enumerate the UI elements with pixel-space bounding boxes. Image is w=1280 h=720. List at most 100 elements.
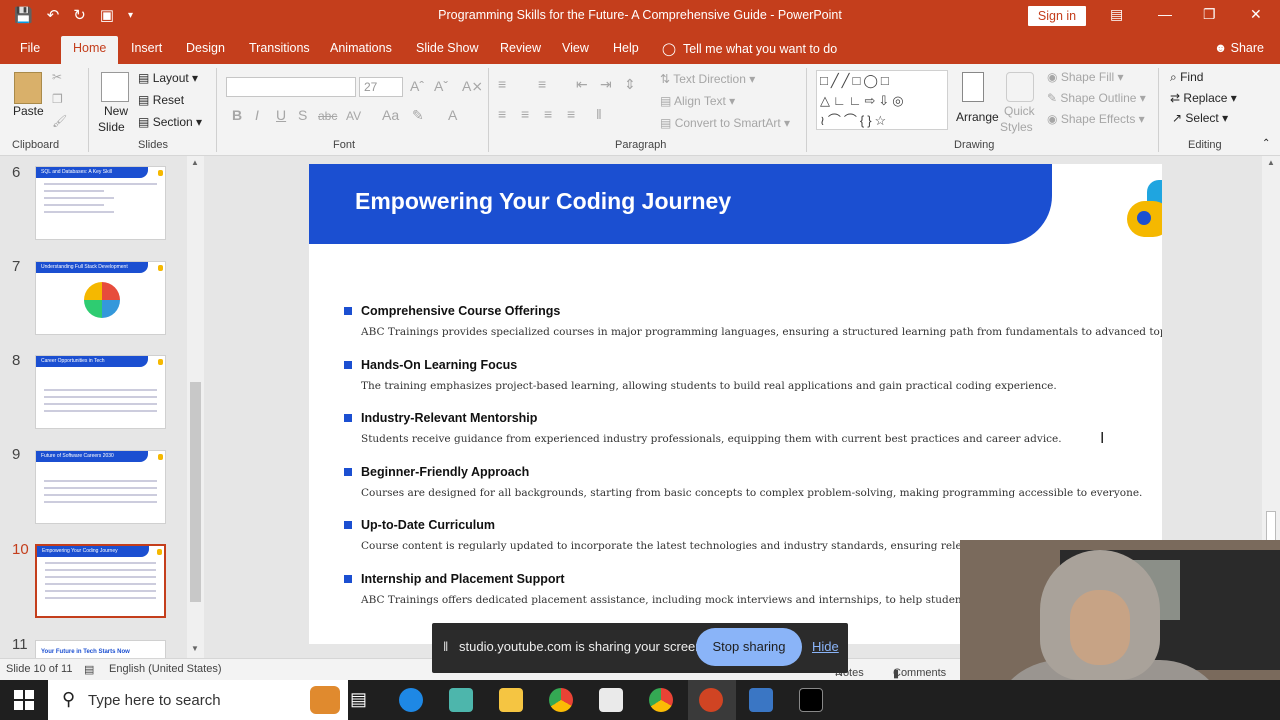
bold-icon[interactable]: B <box>232 107 242 123</box>
edge-icon[interactable] <box>399 688 423 712</box>
strikethrough-icon[interactable]: abc <box>318 109 337 123</box>
new-slide-icon[interactable] <box>101 72 129 102</box>
slide-thumbnail[interactable]: SQL and Databases: A Key Skill <box>35 166 166 240</box>
paste-icon[interactable] <box>14 72 42 104</box>
char-spacing-icon[interactable]: AV <box>346 109 361 123</box>
align-left-icon[interactable]: ≡ <box>498 106 506 122</box>
tab-home[interactable]: Home <box>61 36 119 64</box>
slide-thumbnail[interactable]: Future of Software Careers 2030 <box>35 450 166 524</box>
tab-view[interactable]: View <box>562 41 589 55</box>
tab-file[interactable]: File <box>20 41 40 55</box>
text-direction-button[interactable]: ⇅ Text Direction ▾ <box>660 72 755 86</box>
chrome-icon[interactable] <box>549 688 573 712</box>
stop-sharing-button[interactable]: Stop sharing <box>696 628 802 666</box>
app-icon[interactable] <box>449 688 473 712</box>
slide-thumbnail[interactable]: Your Future in Tech Starts Now <box>35 640 166 660</box>
quick-styles-label-2[interactable]: Styles <box>1000 120 1033 134</box>
clear-formatting-icon[interactable]: A⨯ <box>462 78 483 95</box>
sign-in-button[interactable]: Sign in <box>1028 6 1086 26</box>
cut-icon[interactable]: ✂ <box>52 70 62 84</box>
slide-thumbnail[interactable]: Understanding Full Stack Development <box>35 261 166 335</box>
find-icon: ⌕ <box>1170 70 1177 84</box>
numbering-icon[interactable]: ≡ <box>538 76 546 92</box>
tab-transitions[interactable]: Transitions <box>249 41 310 55</box>
scroll-thumb[interactable] <box>1266 511 1276 541</box>
columns-icon[interactable]: ‖ <box>596 106 602 122</box>
share-button[interactable]: ☻ Share <box>1214 41 1264 55</box>
tab-slide-show[interactable]: Slide Show <box>416 41 479 55</box>
shadow-icon[interactable]: S <box>298 107 307 123</box>
hide-link[interactable]: Hide <box>812 639 839 654</box>
highlight-icon[interactable]: ✎ <box>412 107 424 124</box>
restore-icon[interactable]: ❐ <box>1203 6 1216 23</box>
minimize-icon[interactable]: — <box>1158 6 1172 22</box>
shape-fill-button[interactable]: ◉ Shape Fill ▾ <box>1047 70 1124 84</box>
tab-insert[interactable]: Insert <box>131 41 162 55</box>
slide-thumbnail-active[interactable]: Empowering Your Coding Journey <box>35 544 166 618</box>
powerpoint-icon[interactable] <box>699 688 723 712</box>
align-center-icon[interactable]: ≡ <box>521 106 529 122</box>
increase-indent-icon[interactable]: ⇥ <box>600 76 612 93</box>
new-slide-label-2[interactable]: Slide <box>98 120 125 134</box>
shapes-gallery[interactable]: □╱╱□◯□ △∟∟⇨⇩◎ ≀⌒⌒{}☆ <box>816 70 948 130</box>
font-size-combo[interactable]: 27 <box>359 77 403 97</box>
scroll-down-icon[interactable]: ▼ <box>191 644 199 653</box>
slide-title[interactable]: Empowering Your Coding Journey <box>355 188 731 215</box>
python-icon[interactable] <box>749 688 773 712</box>
thumb-number: 9 <box>12 446 21 463</box>
scroll-up-icon[interactable]: ▲ <box>191 158 199 167</box>
align-text-button[interactable]: ▤ Align Text ▾ <box>660 94 735 108</box>
file-explorer-icon[interactable] <box>499 688 523 712</box>
shape-outline-button[interactable]: ✎ Shape Outline ▾ <box>1047 91 1146 105</box>
underline-icon[interactable]: U <box>276 107 286 123</box>
change-case-icon[interactable]: Aa <box>382 107 399 123</box>
copy-icon[interactable]: ❐ <box>52 92 63 106</box>
tell-me-search[interactable]: ◯ Tell me what you want to do <box>662 41 837 56</box>
chrome-profile-icon[interactable] <box>649 688 673 712</box>
windows-start-icon[interactable] <box>14 690 34 710</box>
bullet-icon <box>344 468 352 476</box>
collapse-ribbon-icon[interactable]: ⌃ <box>1262 138 1270 149</box>
find-button[interactable]: ⌕ Find <box>1170 70 1203 85</box>
close-icon[interactable]: ✕ <box>1250 6 1262 23</box>
spell-check-icon[interactable]: ▤ <box>84 663 94 676</box>
increase-font-icon[interactable]: Aˆ <box>410 78 424 94</box>
task-view-icon[interactable]: ▤ <box>350 689 367 710</box>
layout-button[interactable]: ▤ Layout ▾ <box>138 71 198 85</box>
bullets-icon[interactable]: ≡ <box>498 76 506 92</box>
tab-animations[interactable]: Animations <box>330 41 392 55</box>
notepad-icon[interactable] <box>599 688 623 712</box>
section-button[interactable]: ▤ Section ▾ <box>138 115 202 129</box>
italic-icon[interactable]: I <box>255 107 259 123</box>
thumbnails-scrollbar[interactable]: ▲ ▼ <box>187 156 204 658</box>
select-button[interactable]: ↗ Select ▾ <box>1172 111 1228 125</box>
thumb-number: 6 <box>12 164 21 181</box>
language-indicator[interactable]: English (United States) <box>109 663 222 675</box>
taskbar-search[interactable]: ⚲ Type here to search <box>48 680 348 720</box>
line-spacing-icon[interactable]: ⇕ <box>624 76 636 93</box>
tab-design[interactable]: Design <box>186 41 225 55</box>
quick-styles-icon <box>1006 72 1034 102</box>
align-right-icon[interactable]: ≡ <box>544 106 552 122</box>
font-color-icon[interactable]: A <box>448 107 457 123</box>
reset-button[interactable]: ▤ Reset <box>138 93 184 107</box>
quick-styles-label-1[interactable]: Quick <box>1004 104 1035 118</box>
scroll-up-icon[interactable]: ▲ <box>1267 158 1275 167</box>
shape-effects-button[interactable]: ◉ Shape Effects ▾ <box>1047 112 1145 126</box>
terminal-icon[interactable] <box>799 688 823 712</box>
new-slide-label-1[interactable]: New <box>104 104 128 118</box>
format-painter-icon[interactable]: 🖌 <box>52 114 67 128</box>
tab-review[interactable]: Review <box>500 41 541 55</box>
justify-icon[interactable]: ≡ <box>567 106 575 122</box>
ribbon-display-icon[interactable]: ▤ <box>1110 6 1123 23</box>
arrange-button[interactable]: Arrange <box>956 110 999 124</box>
decrease-indent-icon[interactable]: ⇤ <box>576 76 588 93</box>
decrease-font-icon[interactable]: Aˇ <box>434 78 448 94</box>
scroll-thumb[interactable] <box>190 382 201 602</box>
font-family-combo[interactable] <box>226 77 356 97</box>
slide-thumbnail[interactable]: Career Opportunities in Tech <box>35 355 166 429</box>
paste-button[interactable]: Paste <box>13 104 44 118</box>
convert-smartart-button[interactable]: ▤ Convert to SmartArt ▾ <box>660 116 790 130</box>
replace-button[interactable]: ⇄ Replace ▾ <box>1170 91 1237 105</box>
tab-help[interactable]: Help <box>613 41 639 55</box>
